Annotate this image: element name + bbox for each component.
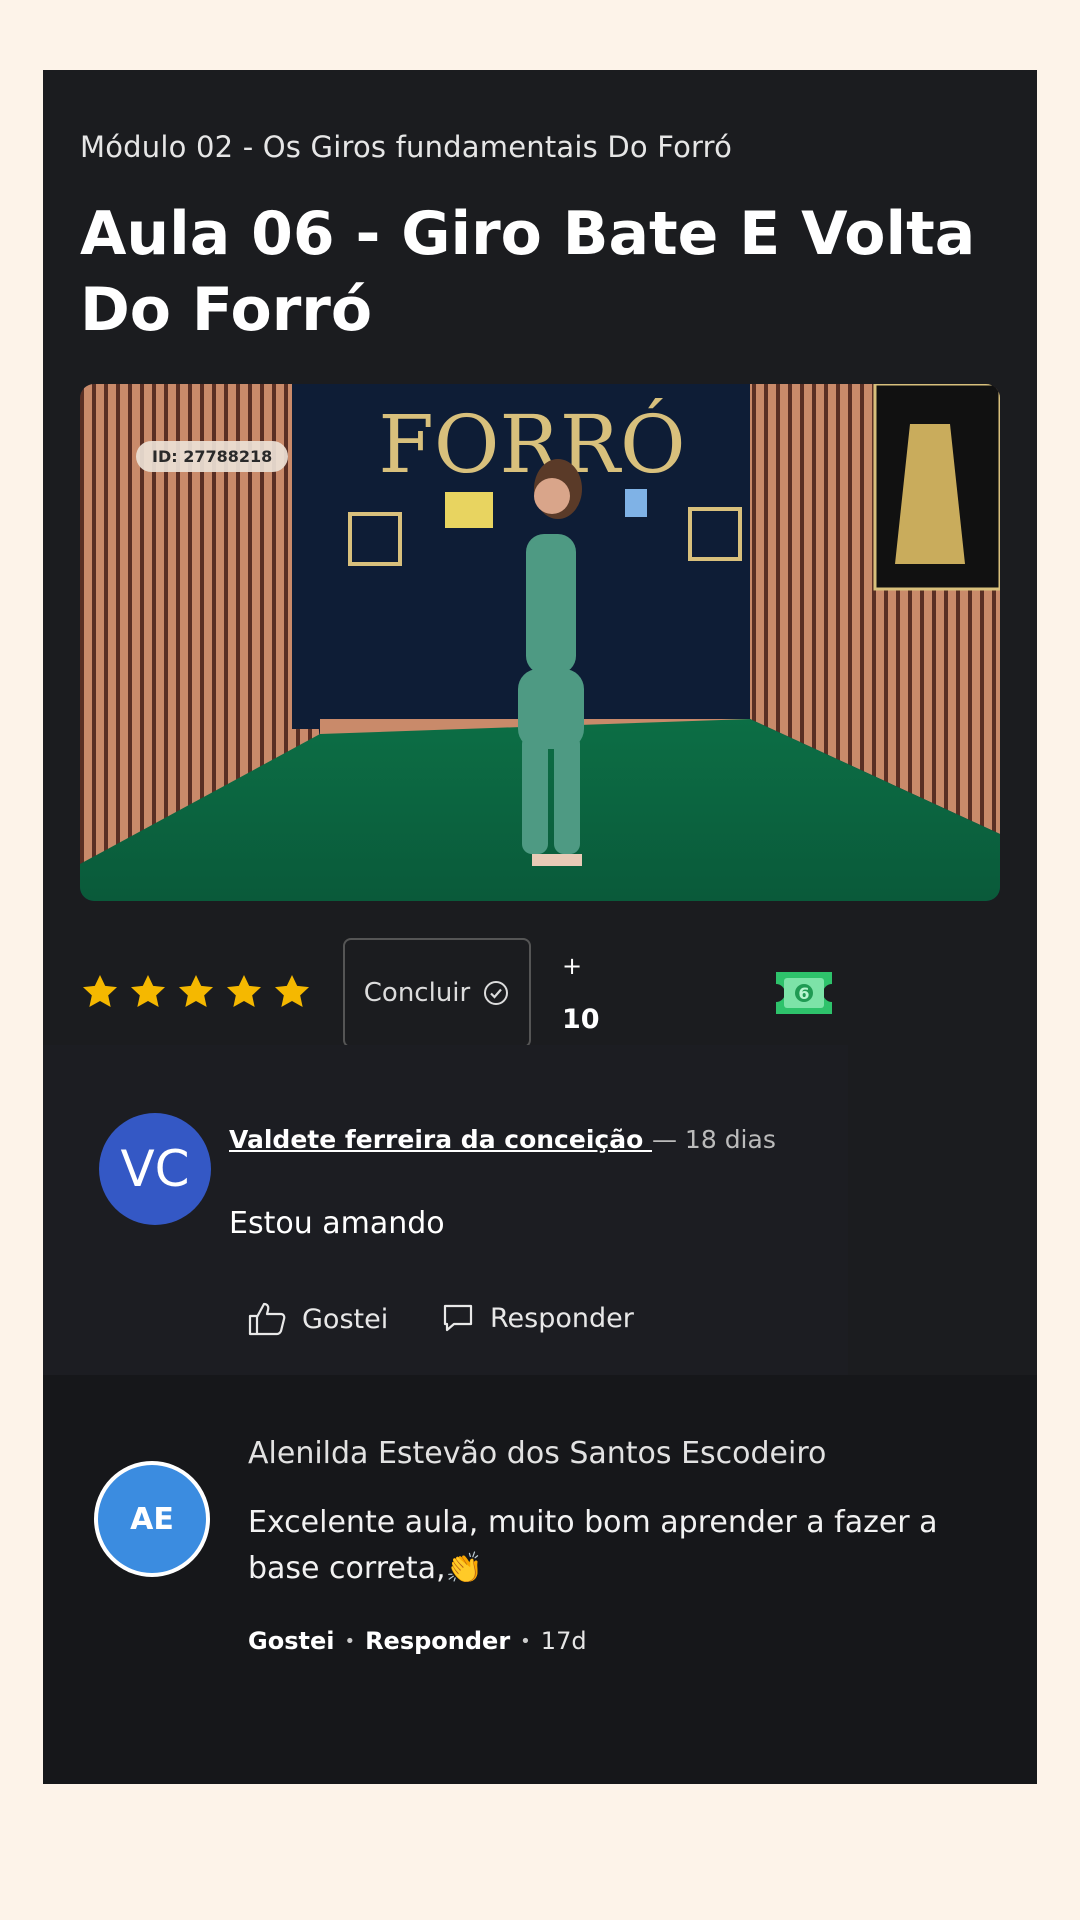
comment-author[interactable]: Alenilda Estevão dos Santos Escodeiro bbox=[248, 1436, 826, 1471]
reply-label: Responder bbox=[490, 1302, 634, 1334]
like-label: Gostei bbox=[302, 1303, 389, 1335]
points-prefix: + bbox=[562, 952, 583, 980]
thumbs-up-icon bbox=[248, 1302, 286, 1336]
star-icon[interactable] bbox=[176, 972, 216, 1012]
video-id-badge: ID: 27788218 bbox=[136, 441, 289, 472]
star-icon[interactable] bbox=[80, 972, 120, 1012]
comment-text: Estou amando bbox=[229, 1206, 445, 1241]
separator-dot: • bbox=[344, 1630, 356, 1652]
avatar[interactable]: VC bbox=[99, 1113, 211, 1225]
like-button[interactable]: Gostei bbox=[248, 1302, 388, 1336]
separator-dot: • bbox=[520, 1630, 531, 1652]
svg-text:6: 6 bbox=[798, 984, 809, 1003]
avatar[interactable]: AE bbox=[94, 1461, 210, 1577]
complete-label: Concluir bbox=[363, 978, 471, 1008]
star-icon[interactable] bbox=[128, 972, 168, 1012]
like-link[interactable]: Gostei bbox=[248, 1627, 334, 1655]
comment-bubble-icon bbox=[443, 1304, 473, 1332]
star-icon[interactable] bbox=[272, 972, 312, 1012]
author-link[interactable]: Valdete ferreira da conceição bbox=[229, 1125, 652, 1154]
comment-time: 17d bbox=[540, 1627, 587, 1655]
points-value: 10 bbox=[562, 1004, 600, 1035]
video-player[interactable]: FORRÓ ID: 27788218 bbox=[80, 384, 1000, 901]
comment-author: Valdete ferreira da conceição — 18 dias bbox=[229, 1125, 776, 1154]
check-circle-icon bbox=[484, 981, 509, 1005]
comment-text: Excelente aula, muito bom aprender a faz… bbox=[248, 1505, 938, 1586]
ticket-icon: 6 bbox=[776, 972, 832, 1014]
star-rating[interactable] bbox=[80, 972, 312, 1012]
module-title: Módulo 02 - Os Giros fundamentais Do For… bbox=[80, 130, 733, 164]
video-sign: FORRÓ bbox=[378, 397, 685, 491]
lesson-title: Aula 06 - Giro Bate E Volta Do Forró bbox=[80, 199, 976, 345]
comment-actions: Gostei • Responder • 17d bbox=[248, 1627, 587, 1655]
reply-button[interactable]: Responder bbox=[442, 1302, 634, 1334]
comment-time: — 18 dias bbox=[651, 1125, 776, 1154]
reply-link[interactable]: Responder bbox=[365, 1627, 510, 1655]
star-icon[interactable] bbox=[224, 972, 264, 1012]
complete-button[interactable]: Concluir bbox=[343, 938, 531, 1048]
